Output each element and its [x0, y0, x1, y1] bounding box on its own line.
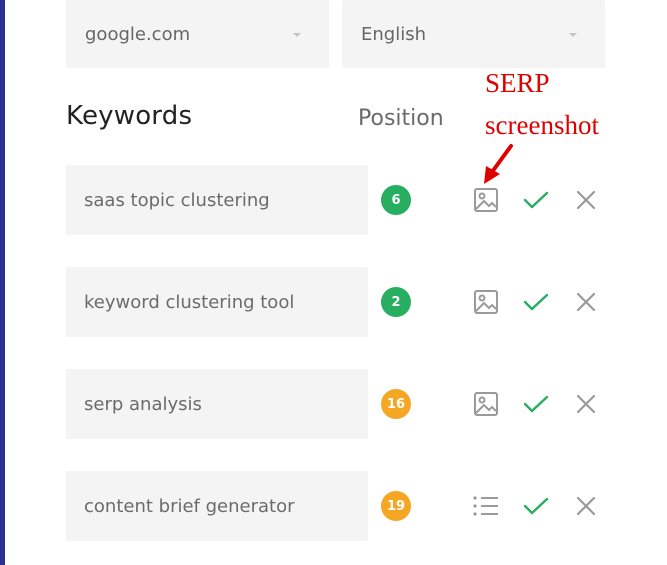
accept-keyword-button[interactable]	[521, 389, 551, 419]
keywords-heading: Keywords	[66, 101, 193, 131]
keyword-row: saas topic clustering 6	[66, 165, 626, 235]
serp-screenshot-button[interactable]	[471, 389, 501, 419]
annotation-line-2: screenshot	[485, 110, 599, 140]
search-engine-select[interactable]: google.com	[66, 0, 329, 68]
image-icon	[473, 391, 499, 417]
keyword-row: keyword clustering tool 2	[66, 267, 626, 337]
position-heading: Position	[358, 106, 444, 131]
chevron-down-icon	[293, 33, 301, 37]
keyword-text: keyword clustering tool	[84, 291, 295, 313]
list-icon	[472, 495, 500, 517]
keyword-row: content brief generator 19	[66, 471, 626, 541]
search-engine-value: google.com	[85, 23, 191, 45]
keyword-row: serp analysis 16	[66, 369, 626, 439]
close-icon	[576, 394, 596, 414]
language-value: English	[361, 23, 426, 45]
serp-screenshot-annotation: SERP screenshot	[485, 62, 599, 146]
keyword-input[interactable]: saas topic clustering	[66, 165, 368, 235]
accept-keyword-button[interactable]	[521, 185, 551, 215]
close-icon	[576, 190, 596, 210]
position-badge: 2	[381, 287, 411, 317]
remove-keyword-button[interactable]	[571, 491, 601, 521]
serp-screenshot-button[interactable]	[471, 185, 501, 215]
close-icon	[576, 292, 596, 312]
left-border	[0, 0, 5, 565]
image-icon	[473, 289, 499, 315]
keyword-text: saas topic clustering	[84, 189, 270, 211]
keyword-input[interactable]: keyword clustering tool	[66, 267, 368, 337]
accept-keyword-button[interactable]	[521, 491, 551, 521]
language-select[interactable]: English	[342, 0, 605, 68]
position-badge: 16	[381, 389, 411, 419]
keyword-input[interactable]: serp analysis	[66, 369, 368, 439]
check-icon	[523, 292, 549, 312]
remove-keyword-button[interactable]	[571, 287, 601, 317]
chevron-down-icon	[569, 33, 577, 37]
serp-screenshot-button[interactable]	[471, 287, 501, 317]
remove-keyword-button[interactable]	[571, 185, 601, 215]
position-badge: 19	[381, 491, 411, 521]
image-icon	[473, 187, 499, 213]
check-icon	[523, 496, 549, 516]
keyword-text: serp analysis	[84, 393, 202, 415]
accept-keyword-button[interactable]	[521, 287, 551, 317]
check-icon	[523, 394, 549, 414]
keyword-input[interactable]: content brief generator	[66, 471, 368, 541]
remove-keyword-button[interactable]	[571, 389, 601, 419]
position-badge: 6	[381, 185, 411, 215]
close-icon	[576, 496, 596, 516]
check-icon	[523, 190, 549, 210]
content-brief-button[interactable]	[471, 491, 501, 521]
annotation-line-1: SERP	[485, 68, 550, 98]
keyword-text: content brief generator	[84, 495, 295, 517]
